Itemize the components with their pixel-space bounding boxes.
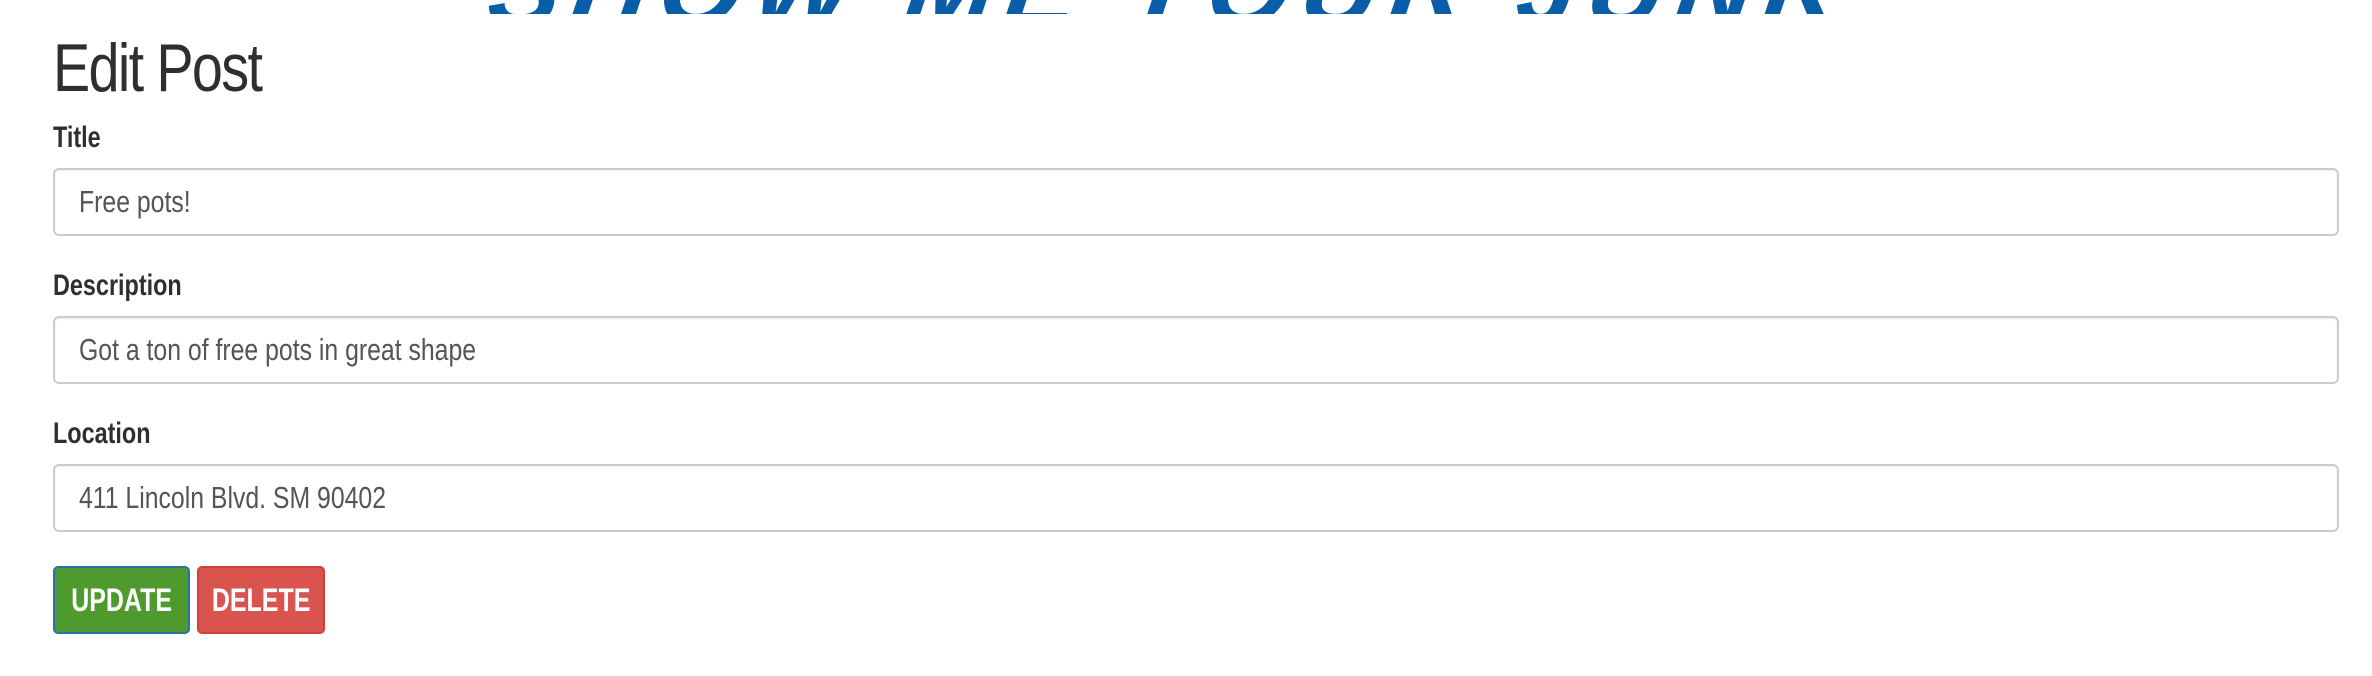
description-input[interactable]: Got a ton of free pots in great shape: [53, 316, 2339, 384]
site-banner: SHOW ME YOUR JUNK: [0, 0, 2372, 16]
update-button[interactable]: UPDATE: [53, 566, 190, 634]
description-input-value: Got a ton of free pots in great shape: [79, 332, 477, 367]
description-label: Description: [53, 269, 182, 302]
update-button-label: UPDATE: [71, 581, 172, 618]
page-title: Edit Post: [53, 30, 263, 106]
location-label: Location: [53, 417, 151, 450]
title-label: Title: [53, 121, 101, 154]
delete-button-label: DELETE: [211, 581, 311, 618]
location-input[interactable]: 411 Lincoln Blvd. SM 90402: [53, 464, 2339, 532]
delete-button[interactable]: DELETE: [197, 566, 325, 634]
site-logo: SHOW ME YOUR JUNK: [486, 0, 1897, 14]
title-input-value: Free pots!: [79, 184, 191, 219]
title-input[interactable]: Free pots!: [53, 168, 2339, 236]
location-input-value: 411 Lincoln Blvd. SM 90402: [79, 480, 386, 515]
